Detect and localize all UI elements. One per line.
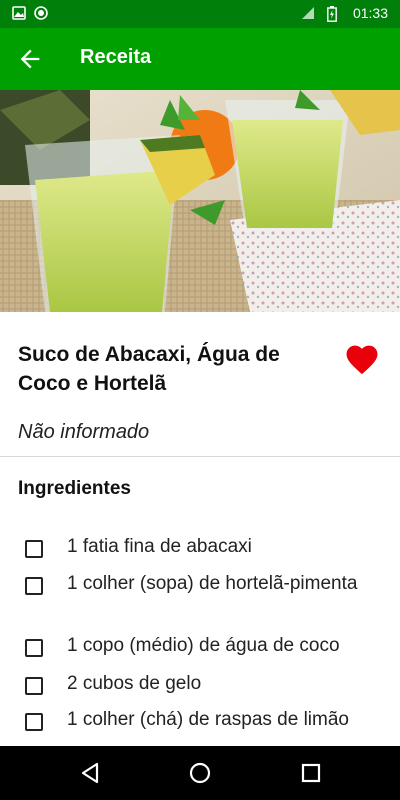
ingredient-item[interactable]: 1 colher (chá) de raspas de limão bbox=[0, 707, 400, 737]
ingredient-label: 1 colher (sopa) de hortelã-pimenta bbox=[67, 573, 358, 594]
ingredient-label: 1 fatia fina de abacaxi bbox=[67, 536, 252, 557]
back-triangle-icon[interactable] bbox=[77, 760, 103, 786]
ingredient-item[interactable]: 1 fatia fina de abacaxi bbox=[0, 533, 400, 563]
ingredient-checkbox[interactable] bbox=[25, 713, 43, 731]
ingredient-label: 1 colher (chá) de raspas de limão bbox=[67, 709, 349, 730]
system-nav-bar bbox=[0, 746, 400, 800]
ingredient-item[interactable]: 2 cubos de gelo bbox=[0, 671, 400, 701]
ingredient-item[interactable]: 1 copo (médio) de água de coco bbox=[0, 633, 400, 663]
ingredient-label: 1 copo (médio) de água de coco bbox=[67, 635, 340, 656]
arrow-left-icon[interactable] bbox=[16, 45, 44, 73]
ingredient-checkbox[interactable] bbox=[25, 540, 43, 558]
signal-icon bbox=[301, 6, 315, 20]
ingredient-checkbox[interactable] bbox=[25, 577, 43, 595]
ingredient-checkbox[interactable] bbox=[25, 677, 43, 695]
battery-icon bbox=[327, 6, 341, 22]
app-bar: Receita bbox=[0, 28, 400, 90]
ingredient-label: 2 cubos de gelo bbox=[67, 673, 202, 694]
status-bar: 01:33 bbox=[0, 0, 400, 28]
status-time: 01:33 bbox=[352, 5, 388, 21]
ingredient-item[interactable]: 1 colher (sopa) de hortelã-pimenta bbox=[0, 571, 400, 623]
divider bbox=[0, 456, 400, 457]
heart-icon[interactable] bbox=[343, 341, 381, 375]
circle-badge-icon bbox=[34, 6, 48, 20]
recipe-subtitle: Não informado bbox=[18, 421, 150, 443]
home-circle-icon[interactable] bbox=[187, 760, 213, 786]
ingredients-heading: Ingredientes bbox=[18, 478, 131, 499]
recipe-photo bbox=[0, 90, 400, 312]
image-icon bbox=[12, 6, 26, 20]
recipe-title: Suco de Abacaxi, Água de Coco e Hortelã bbox=[18, 343, 280, 395]
recents-square-icon[interactable] bbox=[298, 760, 324, 786]
ingredient-checkbox[interactable] bbox=[25, 639, 43, 657]
page-title: Receita bbox=[80, 46, 152, 68]
